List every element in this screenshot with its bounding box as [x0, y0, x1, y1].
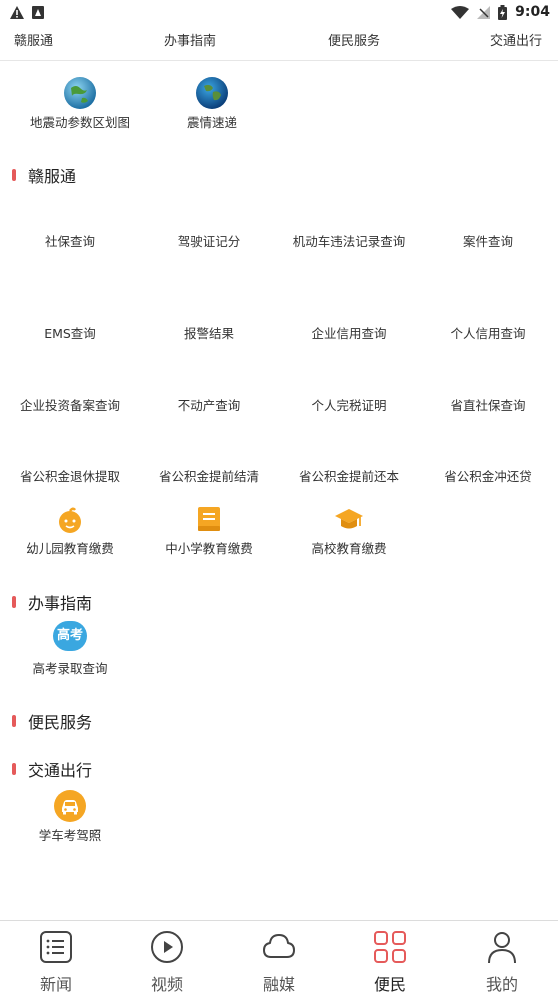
tab-guide[interactable]: 办事指南: [164, 24, 216, 60]
grid-item-license-points[interactable]: 驾驶证记分: [139, 233, 279, 251]
section-title-ganfutong: 赣服通: [12, 164, 76, 186]
status-bar: 9:04: [0, 0, 558, 24]
status-time: 9:04: [515, 4, 550, 20]
tile-label: 地震动参数区划图: [29, 115, 130, 130]
signal-icon: [477, 5, 491, 19]
grid-item-vehicle-violations[interactable]: 机动车违法记录查询: [290, 233, 408, 251]
section-marker: [12, 763, 16, 775]
graduation-cap-icon: [335, 509, 363, 529]
tile-gaokao-admission[interactable]: 高考 高考录取查询: [10, 621, 130, 677]
section-title-guide: 办事指南: [12, 591, 92, 613]
section-title-traffic: 交通出行: [12, 758, 92, 780]
tile-quake-news[interactable]: 震情速递: [152, 76, 272, 136]
tile-label: 高考录取查询: [32, 661, 108, 676]
nav-label: 新闻: [39, 975, 72, 994]
grid-item-ems[interactable]: EMS查询: [0, 325, 140, 343]
play-icon: [151, 931, 183, 963]
nav-label: 便民: [373, 975, 406, 994]
nav-item-news[interactable]: 新闻: [16, 929, 96, 995]
section-title-text: 办事指南: [28, 594, 93, 613]
nav-label: 视频: [150, 975, 183, 994]
tile-driving-license[interactable]: 学车考驾照: [10, 789, 130, 845]
child-face-icon: [59, 507, 81, 533]
section-title-text: 便民服务: [28, 713, 93, 732]
grid-item-company-credit[interactable]: 企业信用查询: [279, 325, 419, 343]
bottom-nav: 新闻 视频 融媒 便民 我的: [0, 920, 558, 996]
gaokao-badge-icon: 高考: [53, 621, 87, 651]
grid-icon: [374, 931, 406, 963]
news-icon: [40, 931, 72, 963]
tab-traffic[interactable]: 交通出行: [490, 24, 542, 60]
grid-item-investment-record[interactable]: 企业投资备案查询: [0, 397, 140, 415]
nav-label: 融媒: [262, 975, 295, 994]
cloud-icon: [263, 934, 295, 958]
user-icon: [488, 932, 516, 964]
page: 9:04 赣服通 办事指南 便民服务 交通出行 地震动参数区划图 震情速递 赣服…: [0, 0, 558, 996]
status-left: [0, 5, 44, 19]
nav-item-convenience[interactable]: 便民: [350, 929, 430, 995]
nav-item-media[interactable]: 融媒: [239, 929, 319, 995]
section-title-text: 赣服通: [28, 167, 77, 186]
section-title-text: 交通出行: [28, 761, 93, 780]
grid-item-social-security[interactable]: 社保查询: [0, 233, 140, 251]
section-marker: [12, 596, 16, 608]
status-right: 9:04: [451, 4, 558, 20]
wifi-icon: [451, 5, 470, 19]
grid-item-personal-credit[interactable]: 个人信用查询: [418, 325, 558, 343]
car-icon: [54, 790, 86, 822]
tile-kindergarten-fee[interactable]: 幼儿园教育缴费: [0, 505, 140, 561]
top-tab-strip: 赣服通 办事指南 便民服务 交通出行: [0, 24, 558, 61]
earth-icon: [196, 77, 228, 109]
book-icon: [198, 507, 220, 531]
nav-label: 我的: [485, 975, 518, 994]
grid-item-provincial-social-security[interactable]: 省直社保查询: [418, 397, 558, 415]
tile-university-fee[interactable]: 高校教育缴费: [279, 505, 419, 561]
globe-icon: [64, 77, 96, 109]
battery-icon: [498, 4, 508, 20]
grid-item-fund-early-settle[interactable]: 省公积金提前结清: [139, 468, 279, 486]
tile-label: 中小学教育缴费: [165, 541, 253, 556]
grid-item-tax-certificate[interactable]: 个人完税证明: [279, 397, 419, 415]
nav-item-video[interactable]: 视频: [127, 929, 207, 995]
grid-item-fund-early-repay[interactable]: 省公积金提前还本: [279, 468, 419, 486]
tile-label: 幼儿园教育缴费: [26, 541, 114, 556]
section-marker: [12, 169, 16, 181]
tab-ganfutong[interactable]: 赣服通: [14, 24, 53, 60]
tile-label: 高校教育缴费: [311, 541, 387, 556]
warning-icon: [10, 5, 24, 19]
tile-label: 震情速递: [186, 115, 237, 130]
tile-school-fee[interactable]: 中小学教育缴费: [139, 505, 279, 561]
section-marker: [12, 715, 16, 727]
tile-seismic-zoning-map[interactable]: 地震动参数区划图: [20, 76, 140, 136]
grid-item-fund-offset-loan[interactable]: 省公积金冲还贷: [418, 468, 558, 486]
grid-item-police-result[interactable]: 报警结果: [139, 325, 279, 343]
section-title-convenience: 便民服务: [12, 710, 92, 732]
grid-item-fund-retirement[interactable]: 省公积金退休提取: [0, 468, 140, 486]
tile-label: 学车考驾照: [38, 828, 102, 843]
tab-convenience[interactable]: 便民服务: [328, 24, 380, 60]
sim-icon: [32, 5, 44, 19]
grid-item-real-estate[interactable]: 不动产查询: [139, 397, 279, 415]
nav-item-me[interactable]: 我的: [462, 929, 542, 995]
grid-item-case-query[interactable]: 案件查询: [418, 233, 558, 251]
